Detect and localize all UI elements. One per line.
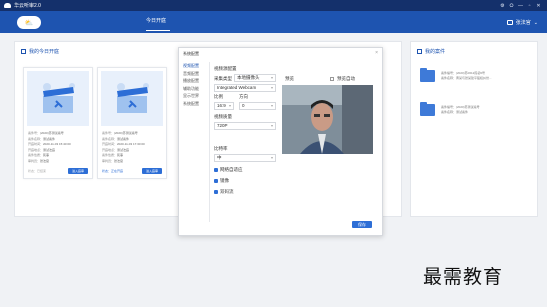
folder-icon xyxy=(420,68,435,82)
bitrate-select[interactable]: 中 ▾ xyxy=(214,154,276,162)
enter-hearing-button[interactable]: 进入庭审 xyxy=(68,168,88,174)
calendar-icon xyxy=(21,49,26,54)
maximize-button[interactable]: ▫ xyxy=(525,3,534,9)
dialog-title: 系统配置 xyxy=(183,51,199,56)
preview-label: 预览 xyxy=(285,76,294,81)
active-tab-indicator xyxy=(146,30,170,31)
sidebar-item-display[interactable]: 显示世界 xyxy=(183,92,209,100)
card-details: 案件号：(2020)苏测试案号 案件名称：测试案件 开庭时间：2020-11-0… xyxy=(28,131,71,163)
card-status: 状态：正在开庭 xyxy=(102,169,124,173)
enter-hearing-button[interactable]: 进入庭审 xyxy=(142,168,162,174)
watermark: 最需教育 xyxy=(423,266,504,288)
bitrate-label: 比特率 xyxy=(214,146,228,151)
dual-stream-label: 双码流 xyxy=(220,189,234,194)
chevron-down-icon: ▾ xyxy=(270,85,273,90)
chevron-down-icon: ▾ xyxy=(228,103,231,108)
mirror-label: 镜像 xyxy=(220,178,229,183)
video-source-heading: 视频源配置 xyxy=(214,66,237,71)
close-icon[interactable]: × xyxy=(375,50,378,56)
save-button[interactable]: 保存 xyxy=(352,221,372,228)
sidebar-divider xyxy=(209,62,210,222)
user-menu[interactable]: 张法官 ⌄ xyxy=(506,19,538,26)
folder-icon xyxy=(420,102,435,116)
monitor-icon xyxy=(506,20,513,25)
direction-select[interactable]: 0 ▾ xyxy=(239,102,276,110)
config-sidebar: 视频配置 音频配置 播放配置 辅助功能 显示世界 系统配置 xyxy=(183,62,209,107)
settings-icon[interactable]: ⚙ xyxy=(498,3,507,9)
sidebar-item-system[interactable]: 系统配置 xyxy=(183,100,209,108)
chevron-down-icon: ⌄ xyxy=(533,19,538,26)
case-list-item[interactable]: 案件编号：(2020)苏测试案号 案件名称：测试案件 xyxy=(420,102,535,121)
camera-device-select[interactable]: Integrated Webcam ▾ xyxy=(214,84,276,92)
tab-today-hearing[interactable]: 今日开庭 xyxy=(146,17,166,24)
adaptive-network-checkbox[interactable] xyxy=(214,168,218,172)
user-name: 张法官 xyxy=(515,20,531,26)
video-quality-select[interactable]: 720P ▾ xyxy=(214,122,276,130)
chevron-down-icon: ▾ xyxy=(270,75,273,80)
video-quality-label: 视频质量 xyxy=(214,114,232,119)
case-text: 案件编号：(2020)苏测试案号 案件名称：测试案件 xyxy=(441,105,480,114)
skin-icon[interactable]: ⭘ xyxy=(507,3,516,9)
app-logo-icon xyxy=(4,3,11,8)
clapperboard-illustration xyxy=(27,71,89,126)
app-title: 华云听审2.0 xyxy=(14,3,41,9)
hearing-card[interactable]: 案件号：(2020)苏测试案号 案件名称：测试案件 开庭时间：2020-11-0… xyxy=(23,67,93,179)
capture-type-select[interactable]: 本地摄像头 ▾ xyxy=(234,74,276,82)
top-nav: ⛅ 今日开庭 张法官 ⌄ xyxy=(0,11,547,33)
case-text: 案件编号：(2020)苏0612民初6号 案件名称：黄某与张某建平股权纠纷... xyxy=(441,71,492,80)
chevron-down-icon: ▾ xyxy=(270,123,273,128)
chevron-down-icon: ▾ xyxy=(270,155,273,160)
adaptive-network-label: 网络自适应 xyxy=(220,167,243,172)
panel-header: 我的今日开庭 xyxy=(21,48,59,55)
close-button[interactable]: ✕ xyxy=(534,3,543,9)
panel-header: 我的案件 xyxy=(417,48,445,55)
my-cases-panel: 我的案件 案件编号：(2020)苏0612民初6号 案件名称：黄某与张某建平股权… xyxy=(410,41,538,217)
ratio-select[interactable]: 16:9 ▾ xyxy=(214,102,234,110)
capture-type-label: 采集类型 xyxy=(214,76,232,81)
system-config-dialog: 系统配置 × 视频配置 音频配置 播放配置 辅助功能 显示世界 系统配置 视频源… xyxy=(178,47,383,236)
card-details: 案件号：(2020)苏测试案号 案件名称：测试案件 开庭时间：2020-11-0… xyxy=(102,131,145,163)
clapperboard-illustration xyxy=(101,71,163,126)
brand-logo-icon: ⛅ xyxy=(17,16,41,29)
card-status: 状态：已结束 xyxy=(28,169,47,173)
panel-title: 我的今日开庭 xyxy=(29,49,60,55)
camera-preview xyxy=(282,85,373,154)
hearing-card[interactable]: 案件号：(2020)苏测试案号 案件名称：测试案件 开庭时间：2020-11-0… xyxy=(97,67,167,179)
calendar-icon xyxy=(417,49,422,54)
case-list-item[interactable]: 案件编号：(2020)苏0612民初6号 案件名称：黄某与张某建平股权纠纷... xyxy=(420,68,535,87)
sidebar-item-audio[interactable]: 音频配置 xyxy=(183,70,209,78)
auto-preview-label: 预览自动 xyxy=(337,76,355,81)
direction-label: 方向 xyxy=(239,94,248,99)
auto-preview-checkbox[interactable] xyxy=(330,77,334,81)
chevron-down-icon: ▾ xyxy=(270,103,273,108)
mirror-checkbox[interactable] xyxy=(214,179,218,183)
ratio-label: 比例 xyxy=(214,94,223,99)
sidebar-item-playback[interactable]: 播放配置 xyxy=(183,77,209,85)
minimize-button[interactable]: — xyxy=(516,3,525,9)
sidebar-item-video[interactable]: 视频配置 xyxy=(183,62,209,70)
sidebar-item-assist[interactable]: 辅助功能 xyxy=(183,85,209,93)
panel-title: 我的案件 xyxy=(425,49,446,55)
dual-stream-checkbox[interactable] xyxy=(214,190,218,194)
title-bar: 华云听审2.0 ⚙ ⭘ — ▫ ✕ xyxy=(0,0,547,11)
